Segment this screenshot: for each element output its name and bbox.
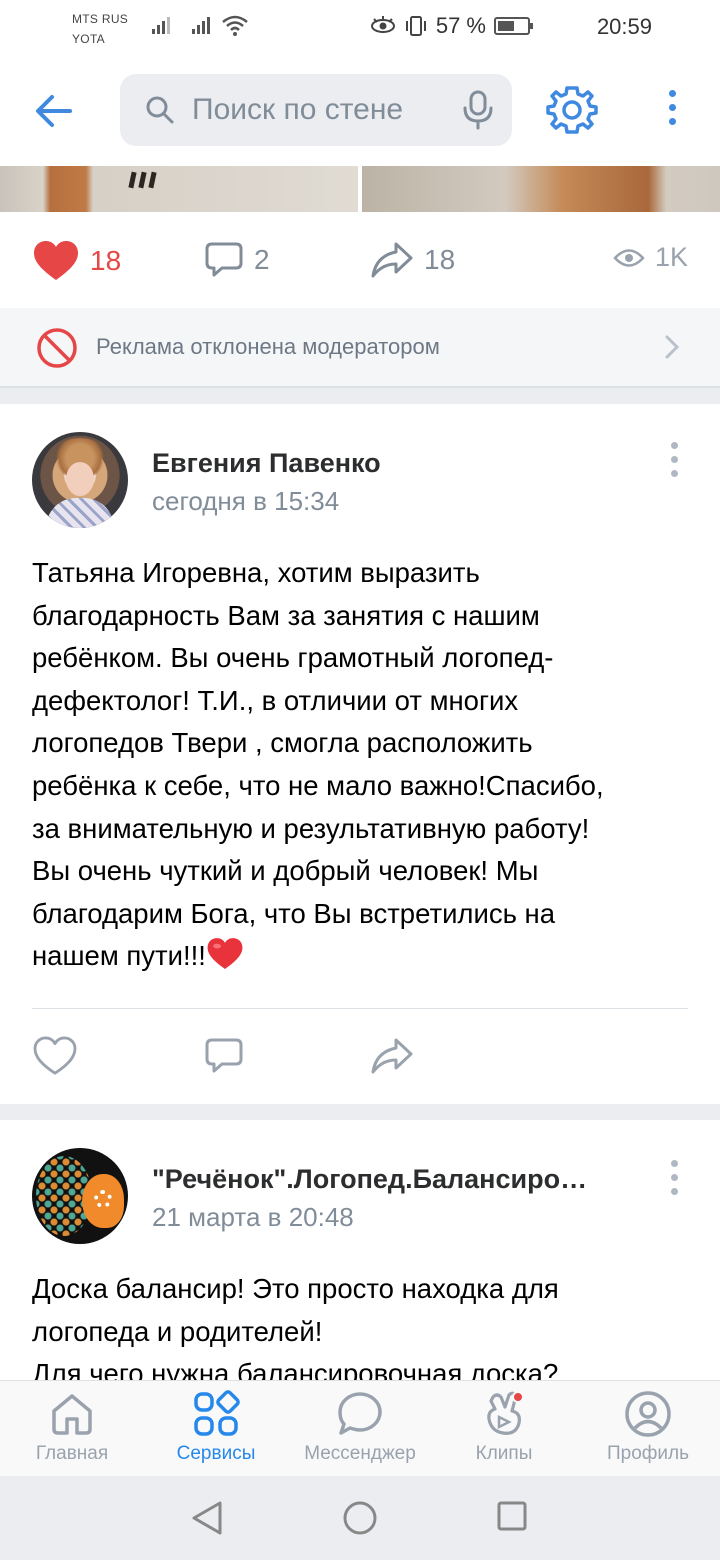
services-icon bbox=[194, 1390, 240, 1436]
eye-icon bbox=[613, 248, 645, 267]
post-time: сегодня в 15:34 bbox=[152, 486, 340, 516]
app-header: Поиск по стене bbox=[0, 56, 720, 166]
comment-icon bbox=[205, 242, 243, 277]
post-actions: 18 2 18 1K bbox=[0, 212, 720, 308]
chevron-right-icon bbox=[665, 335, 680, 359]
blocked-icon bbox=[37, 328, 77, 368]
clock: 20:59 bbox=[596, 14, 652, 39]
nav-home-icon[interactable] bbox=[342, 1500, 378, 1536]
tab-clips[interactable]: Клипы bbox=[432, 1389, 576, 1465]
share-icon bbox=[371, 242, 413, 278]
tab-home[interactable]: Главная bbox=[0, 1389, 144, 1465]
post-menu-icon[interactable] bbox=[668, 442, 680, 484]
post-photo[interactable] bbox=[0, 166, 358, 212]
battery-percent: 57 % bbox=[435, 13, 486, 38]
post-text: Доска балансир! Это просто находка для л… bbox=[32, 1273, 559, 1390]
red-heart-emoji-icon bbox=[207, 938, 243, 970]
nav-recents-icon[interactable] bbox=[496, 1500, 528, 1532]
views-count: 1K bbox=[654, 242, 688, 272]
share-button[interactable]: 18 bbox=[370, 240, 455, 280]
notification-dot bbox=[512, 1391, 524, 1403]
share-icon bbox=[371, 1038, 413, 1074]
status-bar: MTS RUS YOTA 57 % 20:59 bbox=[0, 0, 720, 56]
like-button[interactable]: 18 bbox=[32, 240, 121, 282]
carrier-secondary: YOTA bbox=[72, 32, 105, 46]
nav-back-icon[interactable] bbox=[190, 1500, 224, 1536]
post-author[interactable]: "Речёнок".Логопед.Балансиро… bbox=[152, 1164, 587, 1195]
divider bbox=[32, 1008, 688, 1009]
comment-icon bbox=[205, 1038, 243, 1073]
tab-services[interactable]: Сервисы bbox=[144, 1389, 288, 1465]
wall-search-field[interactable]: Поиск по стене bbox=[120, 74, 512, 146]
battery-icon bbox=[494, 17, 533, 35]
post-photos[interactable] bbox=[0, 166, 720, 212]
post-menu-icon[interactable] bbox=[668, 1160, 680, 1202]
signal-icon bbox=[152, 16, 170, 34]
settings-gear-icon[interactable] bbox=[546, 84, 598, 136]
microphone-icon[interactable] bbox=[462, 90, 494, 130]
comment-button[interactable]: 2 bbox=[204, 240, 270, 280]
search-placeholder: Поиск по стене bbox=[192, 93, 404, 126]
views-counter: 1K bbox=[613, 242, 688, 273]
like-button[interactable] bbox=[32, 1036, 78, 1076]
messenger-icon bbox=[338, 1392, 382, 1435]
post-photo[interactable] bbox=[362, 166, 720, 212]
heart-filled-icon bbox=[34, 241, 78, 280]
comment-button[interactable] bbox=[204, 1036, 244, 1076]
avatar[interactable] bbox=[32, 1148, 128, 1244]
post-text: Татьяна Игоревна, хотим выразить благода… bbox=[32, 557, 604, 972]
search-icon bbox=[146, 96, 174, 124]
ad-rejected-notice[interactable]: Реклама отклонена модератором bbox=[0, 308, 720, 388]
tab-profile[interactable]: Профиль bbox=[576, 1389, 720, 1465]
vibrate-icon bbox=[405, 16, 426, 36]
eye-comfort-icon bbox=[370, 16, 395, 33]
more-options-icon[interactable] bbox=[660, 90, 684, 134]
wall-post: Евгения Павенко сегодня в 15:34 Татьяна … bbox=[0, 404, 720, 1104]
bottom-tab-bar: Главная Сервисы Мессенджер Клипы Профиль bbox=[0, 1380, 720, 1476]
signal-icon bbox=[192, 16, 210, 34]
post-author[interactable]: Евгения Павенко bbox=[152, 448, 381, 479]
carrier-primary: MTS RUS bbox=[72, 12, 129, 26]
heart-outline-icon bbox=[33, 1036, 77, 1075]
comment-count: 2 bbox=[254, 244, 270, 275]
profile-icon bbox=[625, 1391, 671, 1437]
like-count: 18 bbox=[90, 245, 122, 276]
share-button[interactable] bbox=[370, 1036, 414, 1076]
system-navigation-bar bbox=[0, 1476, 720, 1560]
wifi-icon bbox=[222, 15, 248, 36]
back-arrow-icon[interactable] bbox=[30, 88, 78, 134]
post-time: 21 марта в 20:48 bbox=[152, 1202, 354, 1232]
share-count: 18 bbox=[424, 244, 456, 275]
carrier-label: MTS RUS YOTA bbox=[72, 9, 128, 49]
avatar[interactable] bbox=[32, 432, 128, 528]
tab-messenger[interactable]: Мессенджер bbox=[288, 1389, 432, 1465]
wall-post: "Речёнок".Логопед.Балансиро… 21 марта в … bbox=[0, 1120, 720, 1389]
ad-rejected-text: Реклама отклонена модератором bbox=[96, 334, 440, 359]
home-icon bbox=[52, 1394, 92, 1435]
